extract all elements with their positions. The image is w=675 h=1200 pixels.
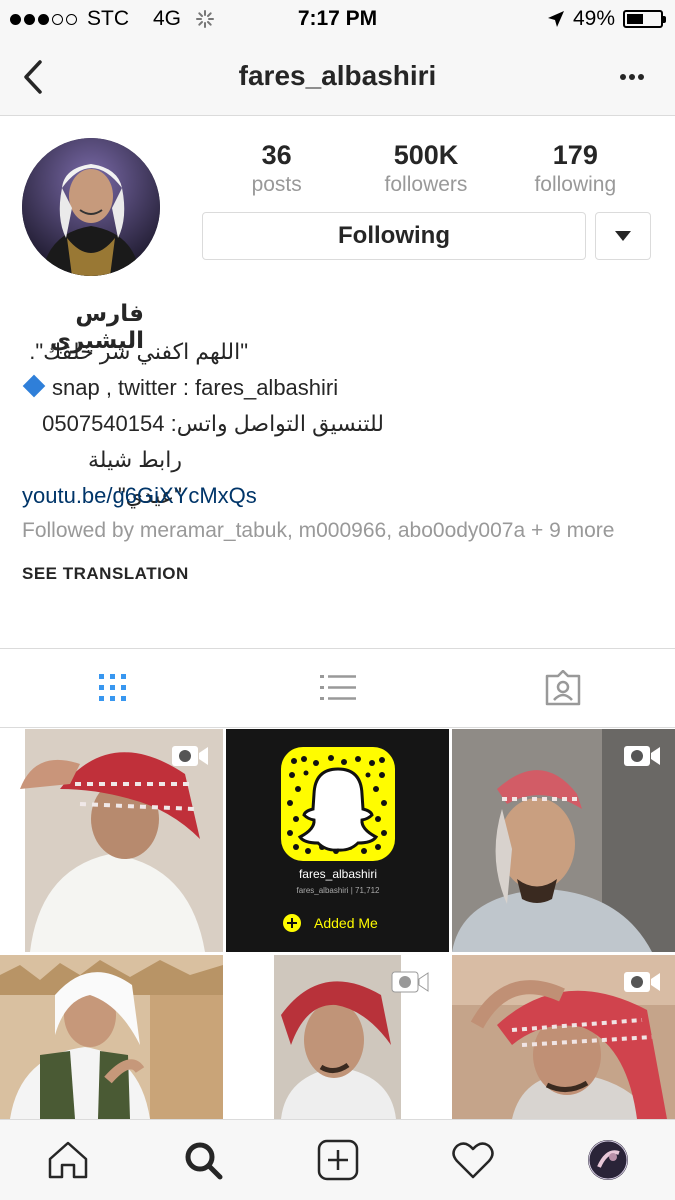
tab-grid[interactable] [0, 649, 225, 727]
stat-value: 179 [552, 140, 598, 170]
snap-subtitle: fares_albashiri | 71,712 [296, 886, 380, 895]
status-bar: STC 4G 7:17 PM 49% [0, 0, 675, 38]
stat-value: 36 [261, 140, 292, 170]
profile-stats: 36 posts 500K followers 179 following [202, 140, 650, 197]
video-icon [391, 971, 429, 993]
battery-icon [623, 10, 666, 28]
tab-list[interactable] [225, 649, 450, 727]
post-tile[interactable] [226, 955, 449, 1119]
profile-bio: فارس البشيري "اللهم اكفني شر خلقك". snap… [22, 300, 652, 584]
tagged-icon [545, 670, 580, 706]
tab-profile[interactable] [540, 1120, 675, 1200]
following-button[interactable]: Following [202, 212, 586, 260]
post-tile[interactable] [452, 729, 675, 952]
profile-avatar-icon [587, 1140, 628, 1180]
more-options-icon[interactable] [619, 73, 645, 81]
location-arrow-icon [547, 11, 564, 27]
home-icon [48, 1141, 87, 1179]
grid-icon [98, 674, 126, 701]
bio-line: رابط شيلة "عيدي" [87, 447, 182, 508]
bio-line: snap , twitter : fares_albashiri [22, 370, 652, 406]
bio-line: للتنسيق التواصل واتس: 0507540154 [42, 411, 384, 436]
post-tile[interactable] [452, 955, 675, 1119]
stat-label: following [534, 173, 617, 196]
nav-bar: fares_albashiri [0, 38, 675, 116]
bio-link[interactable]: youtu.be/g6GiXYcMxQs [22, 478, 652, 514]
see-translation-link[interactable]: SEE TRANSLATION [22, 564, 652, 584]
video-icon [624, 972, 660, 992]
tab-search[interactable] [135, 1120, 270, 1200]
tab-activity[interactable] [405, 1120, 540, 1200]
post-tile[interactable] [0, 729, 223, 952]
tab-tagged[interactable] [450, 649, 675, 727]
stat-posts[interactable]: 36 posts [202, 140, 351, 197]
blue-diamond-icon [22, 374, 46, 398]
stat-followers[interactable]: 500K followers [351, 140, 500, 197]
suggestions-dropdown-button[interactable] [595, 212, 651, 260]
post-tile[interactable] [0, 955, 223, 1119]
add-icon [317, 1139, 358, 1181]
battery-percent: 49% [572, 7, 615, 30]
profile-view-tabs [0, 648, 675, 728]
video-icon [172, 746, 208, 766]
heart-icon [451, 1142, 494, 1179]
tab-home[interactable] [0, 1120, 135, 1200]
bio-line-text: snap , twitter : fares_albashiri [52, 375, 339, 400]
tab-add[interactable] [270, 1120, 405, 1200]
posts-grid: fares_albashiri fares_albashiri | 71,712… [0, 729, 675, 1119]
profile-avatar[interactable] [22, 138, 160, 276]
stat-label: posts [251, 173, 302, 196]
search-icon [185, 1142, 222, 1180]
snap-added-me: Added Me [314, 915, 378, 931]
stat-following[interactable]: 179 following [501, 140, 650, 197]
page-title: fares_albashiri [238, 60, 437, 91]
snap-username: fares_albashiri [299, 867, 377, 881]
bio-line: "اللهم اكفني شر خلقك". [29, 339, 248, 364]
bottom-tab-bar [0, 1119, 675, 1200]
list-icon [319, 675, 356, 700]
stat-value: 500K [393, 140, 459, 170]
caret-down-icon [615, 231, 631, 241]
video-icon [624, 746, 660, 766]
followed-by-text[interactable]: Followed by meramar_tabuk, m000966, abo0… [22, 518, 652, 544]
stat-label: followers [384, 173, 468, 196]
full-name: فارس البشيري [49, 300, 144, 353]
post-tile-snapcode[interactable]: fares_albashiri fares_albashiri | 71,712… [226, 729, 449, 952]
